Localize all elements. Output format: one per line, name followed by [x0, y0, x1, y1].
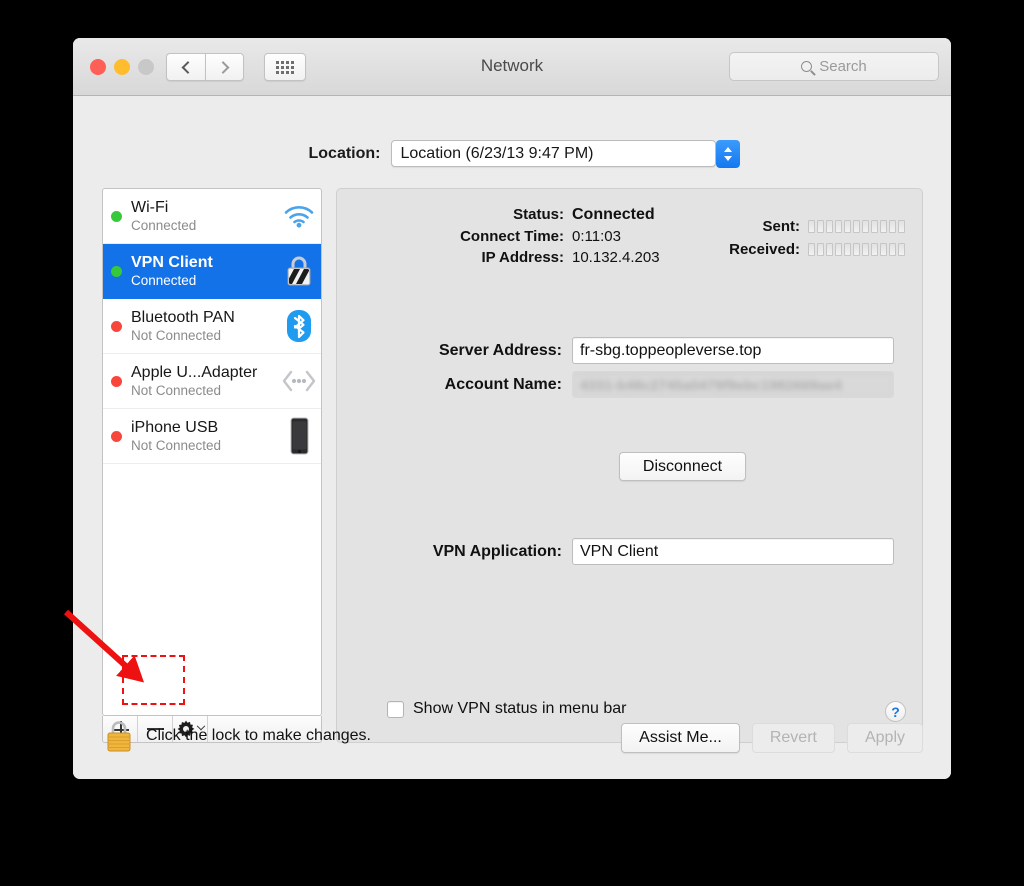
sent-label: Sent:	[762, 218, 801, 235]
revert-button: Revert	[751, 723, 835, 753]
status-label: Status:	[513, 206, 564, 223]
service-name: Wi-Fi	[131, 198, 169, 216]
service-name: VPN Client	[131, 253, 213, 271]
assist-me-button[interactable]: Assist Me...	[621, 723, 740, 753]
received-meter	[808, 243, 905, 256]
vpn-application-row: VPN Application: VPN Client	[337, 538, 894, 565]
ethernet-adapter-icon	[277, 370, 321, 392]
service-state: Connected	[131, 217, 197, 233]
location-popup-button[interactable]: Location (6/23/13 9:47 PM)	[390, 140, 740, 168]
location-value: Location (6/23/13 9:47 PM)	[400, 144, 594, 162]
status-dot	[111, 265, 122, 277]
padlock-closed-icon[interactable]	[105, 719, 133, 753]
received-row: Received:	[729, 241, 905, 258]
list-item-iphone-usb[interactable]: iPhone USB Not Connected	[103, 409, 321, 464]
server-address-row: Server Address: fr-sbg.toppeopleverse.to…	[337, 337, 894, 364]
service-state: Not Connected	[131, 327, 222, 343]
account-name-value-redacted: 4331-b48c2745a0479f9ebc1982669ae4	[572, 371, 894, 398]
service-name: iPhone USB	[131, 418, 219, 436]
vpn-lock-icon	[277, 254, 321, 288]
location-label: Location:	[308, 144, 381, 162]
window-body: Location: Location (6/23/13 9:47 PM) Wi-…	[73, 96, 951, 779]
network-services-list[interactable]: Wi-Fi Connected VPN Client Connected Blu…	[102, 188, 322, 716]
service-detail-panel: Status: Connected Connect Time: 0:11:03 …	[336, 188, 923, 743]
connect-time-label: Connect Time:	[460, 228, 564, 245]
account-name-label: Account Name:	[444, 375, 562, 393]
traffic-meters: Sent: Received:	[729, 218, 905, 264]
service-name: Bluetooth PAN	[131, 308, 235, 326]
screenshot-root: Network Search Location: Location (6/23/…	[0, 0, 1024, 886]
connect-time-value: 0:11:03	[572, 228, 621, 245]
received-label: Received:	[729, 241, 800, 258]
ip-address-value: 10.132.4.203	[572, 249, 660, 266]
location-row: Location: Location (6/23/13 9:47 PM)	[73, 140, 951, 168]
status-dot	[111, 430, 122, 442]
footer-buttons: Assist Me... Revert Apply	[621, 723, 923, 753]
stepper-up-down-icon[interactable]	[715, 140, 740, 168]
search-placeholder: Search	[819, 58, 867, 75]
account-name-input[interactable]: 4331-b48c2745a0479f9ebc1982669ae4	[572, 371, 894, 398]
network-preferences-window: Network Search Location: Location (6/23/…	[73, 38, 951, 779]
service-state: Not Connected	[131, 437, 222, 453]
list-item-apple-usb-adapter[interactable]: Apple U...Adapter Not Connected	[103, 354, 321, 409]
search-input[interactable]: Search	[729, 52, 939, 81]
list-item-vpn-client[interactable]: VPN Client Connected	[103, 244, 321, 299]
account-name-row: Account Name: 4331-b48c2745a0479f9ebc198…	[337, 371, 894, 398]
service-state: Connected	[131, 272, 197, 288]
service-state: Not Connected	[131, 382, 222, 398]
vpn-application-label: VPN Application:	[432, 542, 562, 560]
ip-address-label: IP Address:	[481, 249, 564, 266]
sent-meter	[808, 220, 905, 233]
wifi-icon	[277, 204, 321, 228]
disconnect-button[interactable]: Disconnect	[619, 452, 746, 481]
status-dot	[111, 320, 122, 332]
window-titlebar: Network Search	[73, 38, 951, 96]
iphone-icon	[277, 417, 321, 455]
status-dot	[111, 210, 122, 222]
list-item-wifi[interactable]: Wi-Fi Connected	[103, 189, 321, 244]
service-name: Apple U...Adapter	[131, 363, 258, 381]
lock-message: Click the lock to make changes.	[146, 727, 371, 744]
annotation-highlight-box	[122, 655, 185, 705]
apply-button: Apply	[846, 723, 923, 753]
window-footer: Click the lock to make changes. Assist M…	[73, 709, 951, 779]
bluetooth-icon	[277, 309, 321, 343]
server-address-label: Server Address:	[438, 341, 562, 359]
lock-row[interactable]: Click the lock to make changes.	[105, 719, 371, 753]
vpn-application-input[interactable]: VPN Client	[572, 538, 894, 565]
status-value: Connected	[572, 206, 655, 223]
server-address-input[interactable]: fr-sbg.toppeopleverse.top	[572, 337, 894, 364]
sent-row: Sent:	[729, 218, 905, 235]
search-icon	[801, 61, 813, 72]
list-item-bluetooth-pan[interactable]: Bluetooth PAN Not Connected	[103, 299, 321, 354]
status-dot	[111, 375, 122, 387]
